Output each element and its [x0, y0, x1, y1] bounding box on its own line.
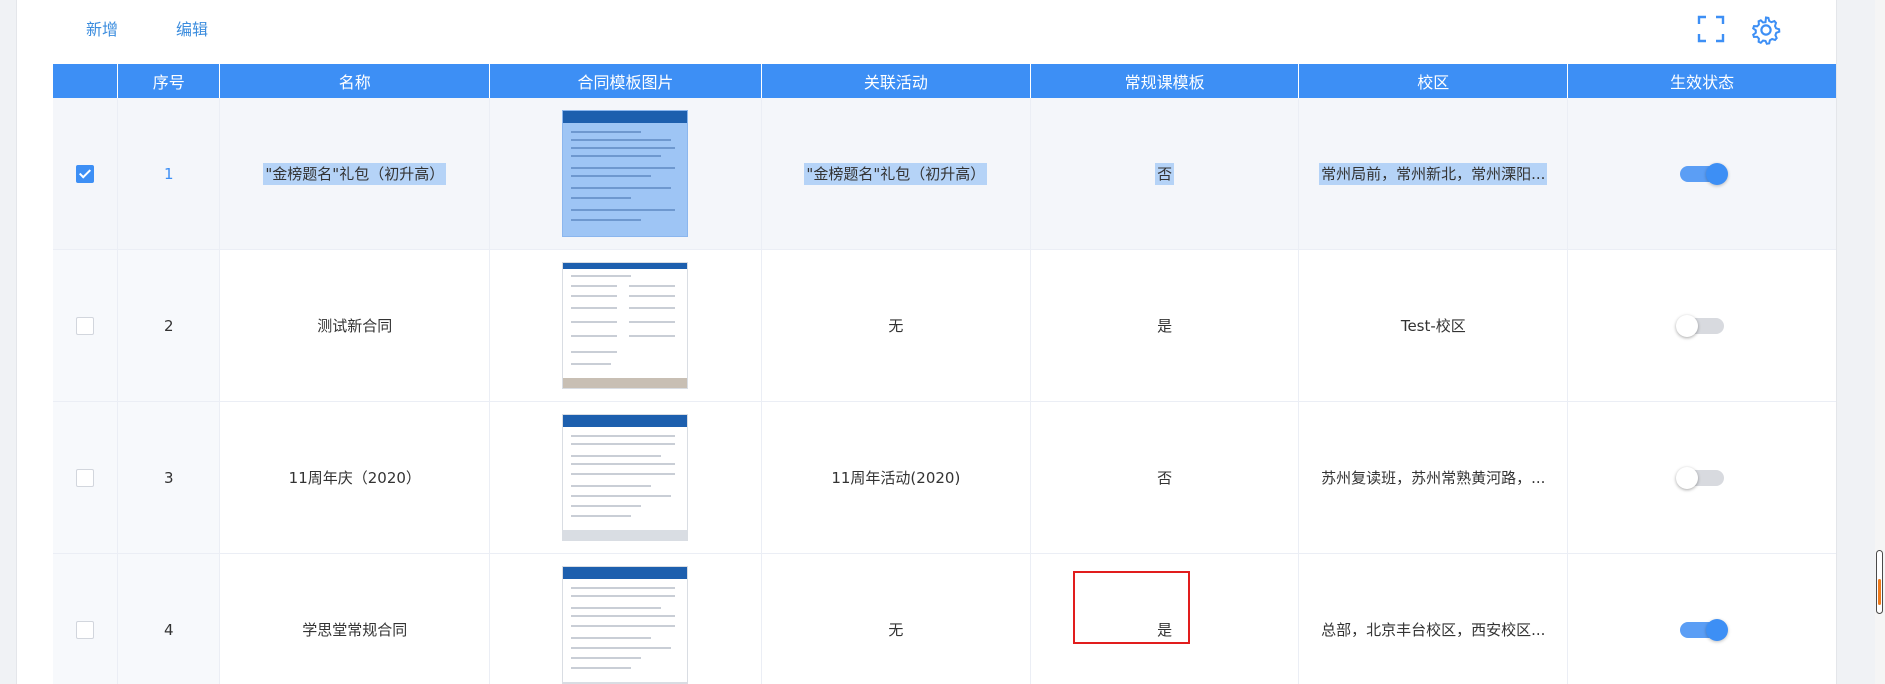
row-activity: "金榜题名"礼包（初升高）	[804, 163, 988, 185]
table-header-row: 序号 名称 合同模板图片 关联活动 常规课模板 校区 生效状态	[53, 64, 1836, 98]
row-image-cell	[489, 553, 762, 684]
row-index-cell: 2	[117, 249, 221, 402]
row-checkbox[interactable]	[76, 620, 95, 639]
gear-icon[interactable]	[1751, 15, 1781, 49]
row-activity-cell: "金榜题名"礼包（初升高）	[761, 98, 1031, 250]
row-activity: 无	[888, 621, 904, 639]
row-campus-cell: 常州局前，常州新北，常州溧阳...	[1298, 98, 1569, 250]
contract-thumbnail[interactable]	[562, 110, 689, 237]
header-name[interactable]: 名称	[219, 64, 491, 98]
row-activity: 无	[888, 317, 904, 335]
row-index-cell: 3	[117, 401, 221, 554]
row-campus: Test-校区	[1400, 317, 1466, 335]
row-campus: 苏州复读班，苏州常熟黄河路，...	[1321, 469, 1546, 487]
row-name-cell: "金榜题名"礼包（初升高）	[219, 98, 491, 250]
status-toggle[interactable]	[1676, 315, 1725, 337]
row-index: 2	[163, 316, 174, 335]
row-checkbox[interactable]	[76, 164, 95, 183]
row-regular: 是	[1157, 317, 1173, 335]
row-regular-cell: 否	[1030, 401, 1300, 554]
row-name-cell: 学思堂常规合同	[219, 553, 491, 684]
row-select-cell	[53, 98, 119, 250]
edit-button[interactable]: 编辑	[176, 18, 208, 42]
row-name: 学思堂常规合同	[302, 621, 408, 639]
status-toggle[interactable]	[1680, 619, 1729, 641]
row-campus-cell: Test-校区	[1298, 249, 1569, 402]
contract-table: 序号 名称 合同模板图片 关联活动 常规课模板 校区 生效状态 1 "金榜题名"…	[53, 64, 1836, 684]
row-name-cell: 测试新合同	[219, 249, 491, 402]
scrollbar-thumb[interactable]	[1876, 550, 1883, 614]
table-row[interactable]: 4 学思堂常规合同 无 是 总部，北京丰台校区，西安校区...	[53, 553, 1836, 684]
row-name-cell: 11周年庆（2020）	[219, 401, 491, 554]
fullscreen-icon[interactable]	[1697, 15, 1725, 47]
row-image-cell	[489, 98, 762, 250]
row-status-cell	[1567, 98, 1836, 250]
row-campus: 总部，北京丰台校区，西安校区...	[1321, 621, 1546, 639]
header-select[interactable]	[53, 64, 119, 98]
row-name: 11周年庆（2020）	[288, 469, 421, 487]
row-status-cell	[1567, 249, 1836, 402]
contract-template-panel: 新增 编辑 序号 名称 合同模板图片 关联活动 常规课模板 校区 生效状态 1 …	[16, 0, 1837, 684]
row-image-cell	[489, 249, 762, 402]
row-regular-cell: 是	[1030, 249, 1300, 402]
status-toggle[interactable]	[1680, 163, 1729, 185]
header-campus[interactable]: 校区	[1298, 64, 1569, 98]
row-status-cell	[1567, 401, 1836, 554]
row-select-cell	[53, 401, 119, 554]
contract-thumbnail[interactable]	[562, 414, 689, 541]
header-template-image[interactable]: 合同模板图片	[489, 64, 762, 98]
row-regular-cell: 是	[1030, 553, 1300, 684]
row-regular: 是	[1157, 621, 1173, 639]
row-activity-cell: 无	[761, 249, 1031, 402]
row-index: 4	[163, 620, 174, 639]
table-row[interactable]: 2 测试新合同 无 是 Test-校区	[53, 249, 1836, 402]
row-status-cell	[1567, 553, 1836, 684]
header-regular-template[interactable]: 常规课模板	[1030, 64, 1300, 98]
row-campus-cell: 总部，北京丰台校区，西安校区...	[1298, 553, 1569, 684]
row-regular: 否	[1157, 469, 1173, 487]
header-activity[interactable]: 关联活动	[761, 64, 1031, 98]
row-index: 3	[163, 468, 174, 487]
row-index: 1	[163, 164, 174, 183]
row-select-cell	[53, 249, 119, 402]
row-index-cell: 1	[117, 98, 221, 250]
contract-thumbnail[interactable]	[562, 262, 689, 389]
row-activity-cell: 无	[761, 553, 1031, 684]
row-checkbox[interactable]	[76, 316, 95, 335]
row-select-cell	[53, 553, 119, 684]
row-checkbox[interactable]	[76, 468, 95, 487]
row-regular-cell: 否	[1030, 98, 1300, 250]
table-row[interactable]: 3 11周年庆（2020） 11周年活动(2020) 否 苏州复读班，苏州常熟黄…	[53, 401, 1836, 554]
contract-thumbnail[interactable]	[562, 566, 689, 684]
row-name: 测试新合同	[317, 317, 393, 335]
status-toggle[interactable]	[1676, 467, 1725, 489]
row-campus-cell: 苏州复读班，苏州常熟黄河路，...	[1298, 401, 1569, 554]
row-name: "金榜题名"礼包（初升高）	[263, 163, 447, 185]
add-button[interactable]: 新增	[86, 18, 118, 42]
row-image-cell	[489, 401, 762, 554]
row-activity-cell: 11周年活动(2020)	[761, 401, 1031, 554]
row-index-cell: 4	[117, 553, 221, 684]
header-index[interactable]: 序号	[117, 64, 221, 98]
header-status[interactable]: 生效状态	[1567, 64, 1836, 98]
row-campus: 常州局前，常州新北，常州溧阳...	[1319, 163, 1548, 185]
row-activity: 11周年活动(2020)	[831, 469, 961, 487]
table-row[interactable]: 1 "金榜题名"礼包（初升高） "金榜题名"礼包（初升高） 否 常州局前，常州新…	[53, 98, 1836, 250]
row-regular: 否	[1155, 163, 1175, 185]
